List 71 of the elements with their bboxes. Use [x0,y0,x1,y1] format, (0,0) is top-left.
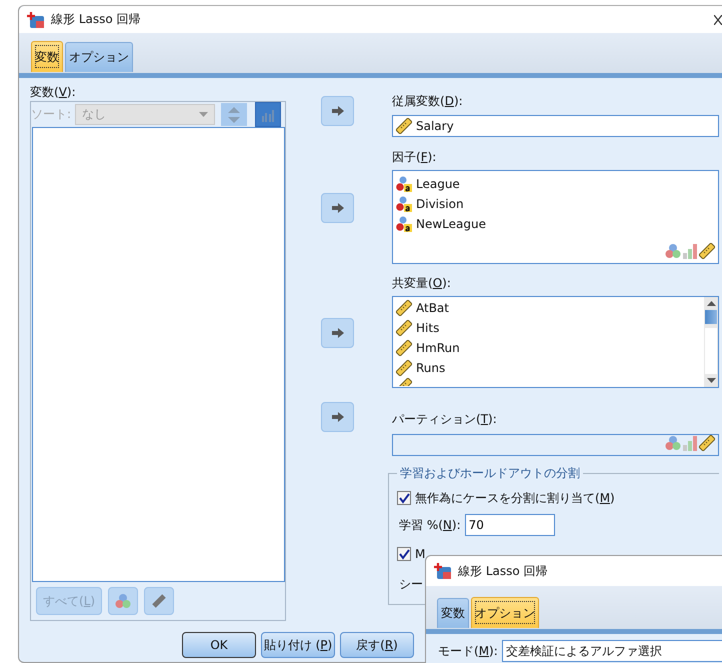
window-title: 線形 Lasso 回帰 [458,562,548,580]
seed-label: シー [399,577,423,591]
tab[interactable]: オプション [65,42,133,72]
paste-button[interactable]: 貼り付け (P) [261,632,335,658]
ruler-icon [396,320,412,336]
covariates-list[interactable]: AtBat Hits HmRun Runs [392,296,719,388]
right-arrow-icon [330,327,344,339]
checkbox[interactable] [397,547,411,561]
reset-button[interactable]: 戻す(R) [340,632,414,658]
variable-name[interactable]: Division [416,197,464,211]
ok-button[interactable]: OK [182,632,256,658]
sort-label: ソート: [31,106,72,123]
variable-name[interactable]: NewLeague [416,217,486,231]
training-percent-field[interactable]: 70 [464,514,555,536]
scroll-up-icon[interactable] [706,301,716,306]
partition-label: パーティション(T): [392,411,498,427]
move-arrow-button[interactable] [321,402,354,432]
scrollbar[interactable] [704,297,718,387]
dependent-field[interactable]: Salary [392,115,719,137]
ruler-icon [699,435,715,451]
ruler-icon [396,300,412,316]
scale-filter-button[interactable] [144,587,174,615]
ruler-icon [396,118,412,134]
move-arrow-button[interactable] [321,193,354,223]
app-icon [27,10,45,28]
tab[interactable]: 変数 [31,41,63,72]
training-percent-label: 学習 %(N): [399,516,461,534]
group-title: 学習およびホールドアウトの分割 [397,465,583,481]
variable-name[interactable]: HmRun [416,341,460,355]
covariates-label: 共変量(O): [392,275,452,291]
bar-chart-icon [682,243,698,259]
app-icon [434,562,452,580]
ruler-icon [699,243,715,259]
bar-chart-icon [682,435,698,451]
checkbox-label: M [415,547,426,561]
variable-name[interactable]: AtBat [416,301,449,315]
close-icon[interactable] [714,14,722,24]
ruler-icon [396,360,412,376]
right-arrow-icon [330,105,344,117]
variable-name[interactable]: Hits [416,321,440,335]
checkbox-label: 無作為にケースを分割に割り当て(M) [415,490,615,506]
variable-name[interactable]: League [416,177,460,191]
dropdown-caret-icon [199,112,208,117]
move-arrow-button[interactable] [321,318,354,348]
partition-field[interactable] [392,434,719,456]
balls-icon [396,176,412,192]
variables-label: 変数(V): [30,84,77,100]
balls-icon [396,196,412,212]
variable-name: Salary [416,119,454,133]
tab[interactable]: 変数 [437,598,469,628]
scroll-down-icon[interactable] [706,378,716,383]
factors-list[interactable]: League Division NewLeague [392,170,719,264]
mode-label: モード(M): [438,642,498,660]
right-arrow-icon [330,411,344,423]
checkbox[interactable] [397,491,411,505]
balls-icon [665,435,681,451]
right-arrow-icon [330,202,344,214]
balls-icon [665,243,681,259]
dependent-label: 従属変数(D): [392,93,464,109]
balls-icon [396,216,412,232]
balls-icon [115,593,132,609]
window-title: 線形 Lasso 回帰 [51,11,141,28]
ruler-icon [396,340,412,356]
tab[interactable]: オプション [471,597,539,628]
scroll-thumb[interactable] [705,310,717,324]
move-arrow-button[interactable] [321,96,354,126]
up-down-arrows-icon [227,106,242,124]
ruler-icon [151,593,168,609]
mode-dropdown[interactable]: 交差検証によるアルファ選択 [502,640,722,662]
factors-label: 因子(F): [392,149,438,165]
variable-name[interactable]: Runs [416,361,446,375]
